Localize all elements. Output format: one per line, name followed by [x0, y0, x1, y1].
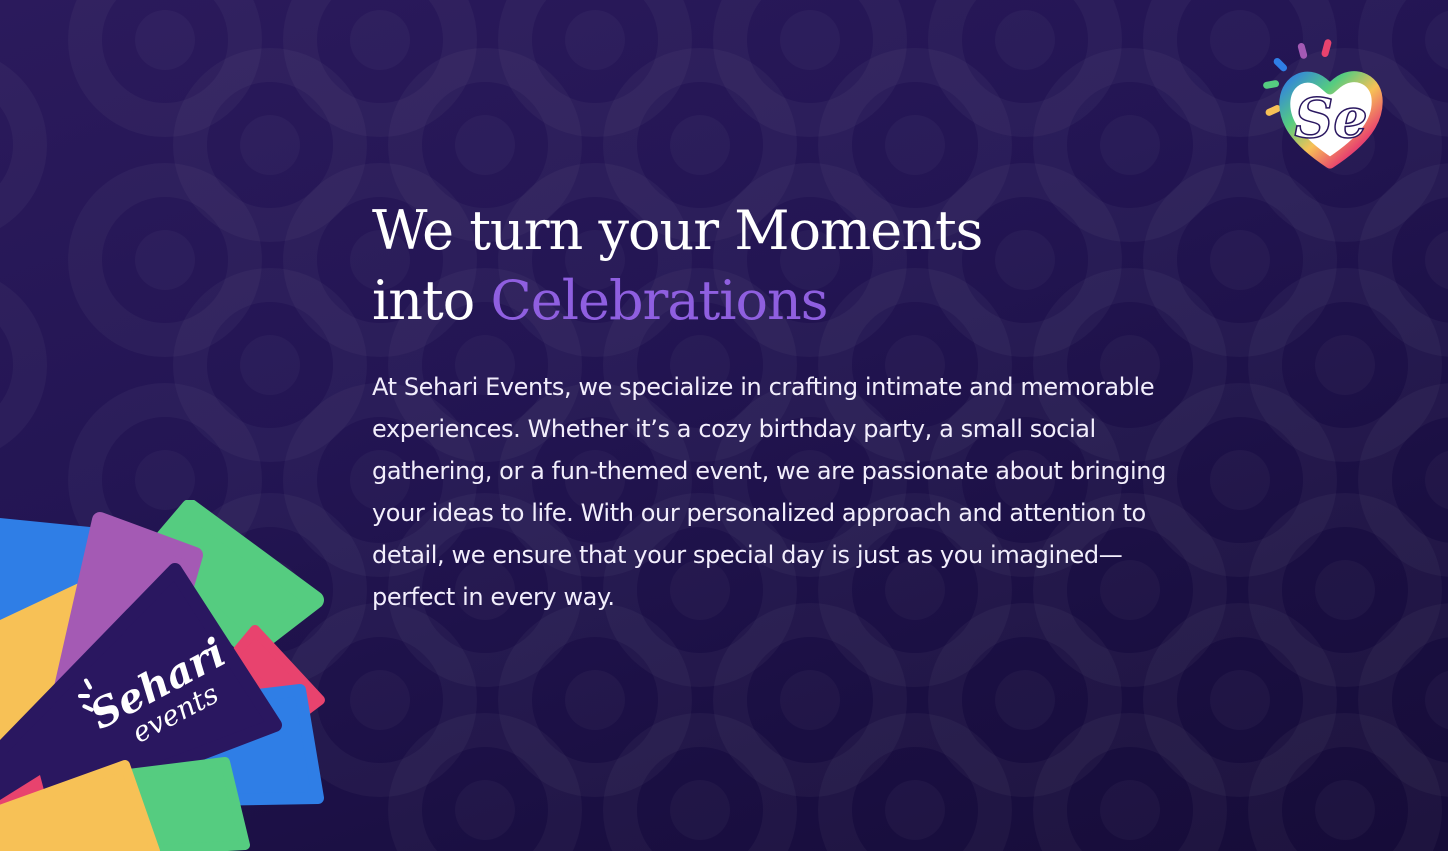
headline-line1: We turn your Moments — [372, 199, 983, 262]
logo-monogram: Se — [1294, 86, 1367, 150]
heart-logo-icon: Se — [1263, 39, 1383, 169]
headline-line2-prefix: into — [372, 269, 491, 332]
hero-headline: We turn your Moments into Celebrations — [372, 196, 983, 336]
hero-paragraph: At Sehari Events, we specialize in craft… — [372, 373, 1166, 611]
brand-cards-decoration: Sehari events — [0, 500, 325, 851]
headline-accent: Celebrations — [490, 269, 828, 332]
